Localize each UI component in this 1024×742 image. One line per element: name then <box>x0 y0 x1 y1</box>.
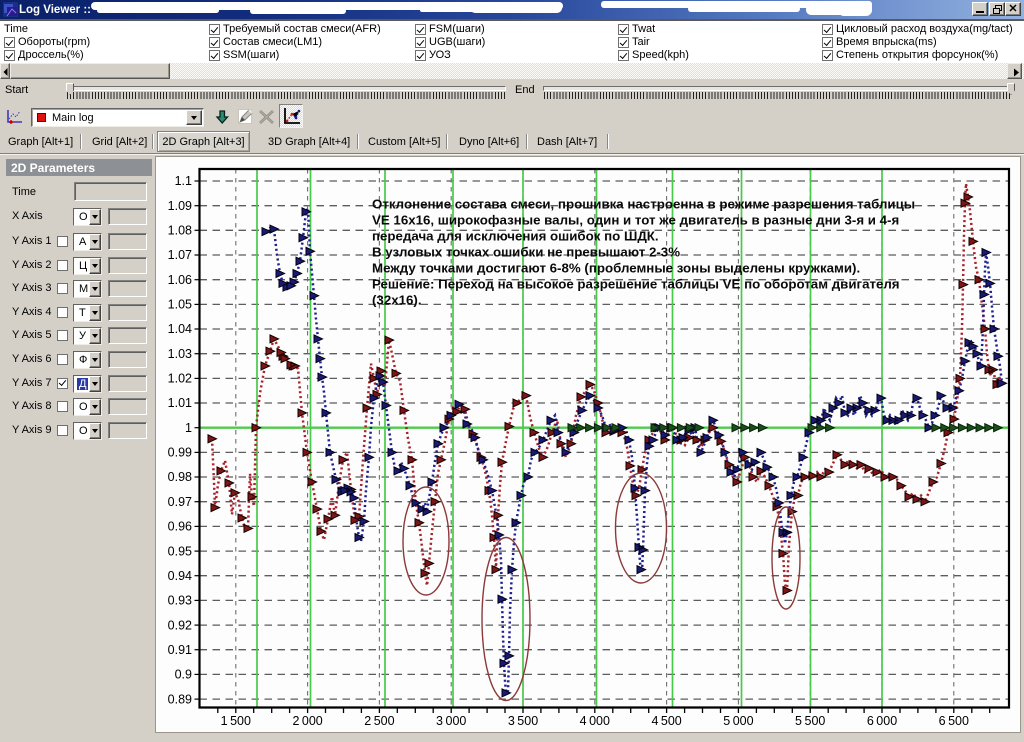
svg-text:Отклонение состава смеси, прош: Отклонение состава смеси, прошивка настр… <box>372 197 915 212</box>
svg-text:0.97: 0.97 <box>168 495 192 509</box>
svg-text:1.02: 1.02 <box>168 372 192 386</box>
svg-text:передача для исключения ошибок: передача для исключения ошибок по ШДК. <box>372 229 659 244</box>
svg-text:0.9: 0.9 <box>175 668 192 682</box>
svg-text:1.03: 1.03 <box>168 347 192 361</box>
svg-text:0.92: 0.92 <box>168 618 192 632</box>
svg-text:1.1: 1.1 <box>175 174 192 188</box>
svg-text:1.07: 1.07 <box>168 248 192 262</box>
svg-text:0.91: 0.91 <box>168 643 192 657</box>
svg-text:1 500: 1 500 <box>221 714 251 728</box>
svg-text:0.99: 0.99 <box>168 446 192 460</box>
svg-text:6 500: 6 500 <box>939 714 969 728</box>
svg-text:В узловых точках ошибки не пре: В узловых точках ошибки не превышают 2-3… <box>372 245 680 260</box>
svg-text:VE 16х16, широкофазные валы, о: VE 16х16, широкофазные валы, один и тот … <box>372 213 899 228</box>
svg-text:1.01: 1.01 <box>168 396 192 410</box>
svg-text:5 000: 5 000 <box>723 714 753 728</box>
svg-text:2 500: 2 500 <box>364 714 394 728</box>
svg-text:6 000: 6 000 <box>867 714 897 728</box>
svg-text:4 500: 4 500 <box>651 714 681 728</box>
svg-text:3 500: 3 500 <box>508 714 538 728</box>
svg-text:3 000: 3 000 <box>436 714 466 728</box>
svg-text:0.98: 0.98 <box>168 470 192 484</box>
svg-text:1.04: 1.04 <box>168 322 192 336</box>
svg-text:5 500: 5 500 <box>795 714 825 728</box>
svg-text:0.93: 0.93 <box>168 594 192 608</box>
svg-text:0.94: 0.94 <box>168 569 192 583</box>
svg-text:1.05: 1.05 <box>168 298 192 312</box>
svg-text:Решение: Переход на высокое ра: Решение: Переход на высокое разрешение т… <box>372 277 900 292</box>
svg-text:4 000: 4 000 <box>580 714 610 728</box>
svg-text:1.06: 1.06 <box>168 273 192 287</box>
svg-text:0.89: 0.89 <box>168 692 192 706</box>
svg-text:0.95: 0.95 <box>168 544 192 558</box>
svg-text:1.09: 1.09 <box>168 199 192 213</box>
svg-text:(32х16).: (32х16). <box>372 293 422 308</box>
svg-text:1: 1 <box>185 421 192 435</box>
svg-text:1.08: 1.08 <box>168 224 192 238</box>
svg-text:0.96: 0.96 <box>168 520 192 534</box>
svg-text:2 000: 2 000 <box>292 714 322 728</box>
svg-text:Между точками достигают 6-8% (: Между точками достигают 6-8% (проблемные… <box>372 261 860 276</box>
